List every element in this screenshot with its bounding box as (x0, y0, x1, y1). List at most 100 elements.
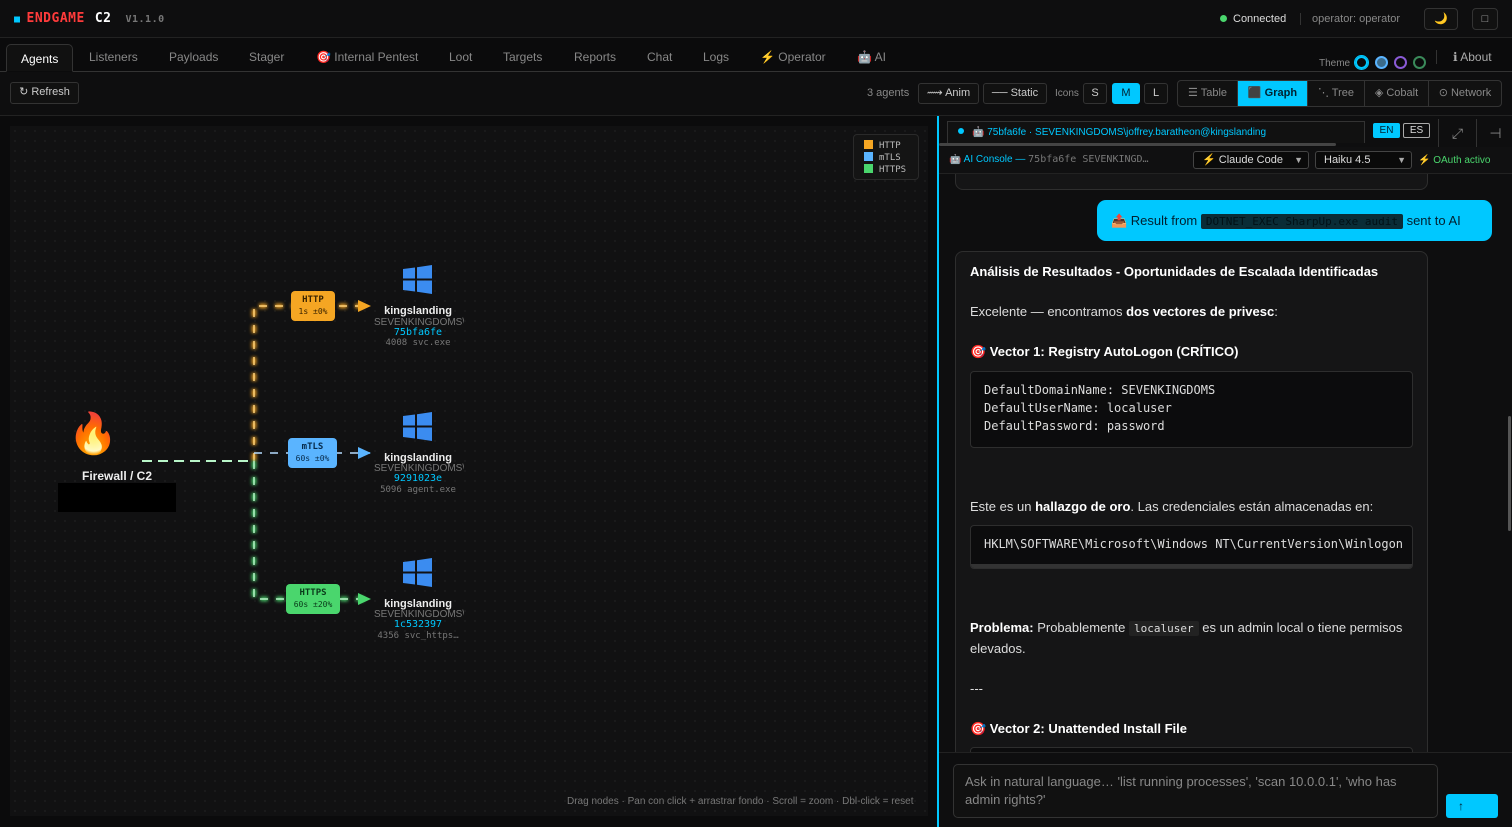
view-cobalt-button[interactable]: ◈ Cobalt (1365, 81, 1429, 106)
main-tabs: Agents Listeners Payloads Stager 🎯 Inter… (0, 38, 1512, 72)
tab-internal-pentest[interactable]: 🎯 Internal Pentest (316, 50, 418, 64)
top-bar: ■ ENDGAME C2 V1.1.0 Connected operator: ope… (0, 0, 1512, 38)
theme-label: Theme (1319, 58, 1351, 69)
view-graph-button[interactable]: ⬛ Graph (1238, 81, 1308, 106)
tab-ai[interactable]: 🤖 AI (857, 50, 886, 64)
tab-operator[interactable]: ⚡ Operator (760, 50, 826, 64)
gold-text: Este es un hallazgo de oro. Las credenci… (970, 499, 1374, 514)
expand-icon[interactable]: ⤢ (1438, 119, 1476, 147)
previous-ai-message (955, 174, 1428, 190)
tab-stager[interactable]: Stager (249, 50, 284, 64)
tab-targets[interactable]: Targets (503, 50, 542, 64)
windows-icon (403, 265, 432, 294)
chat-messages[interactable]: 📤 Result from DOTNET_EXEC SharpUp.exe au… (939, 174, 1512, 752)
theme-toggle-button[interactable]: 🌙 (1424, 8, 1458, 30)
anim-button[interactable]: ⟿ Anim (918, 83, 979, 104)
ai-message: Análisis de Resultados - Oportunidades d… (955, 251, 1428, 752)
theme-swatch-purple[interactable] (1394, 56, 1407, 69)
chevron-down-icon: ▼ (1397, 155, 1406, 165)
theme-swatch-green[interactable] (1413, 56, 1426, 69)
mtls-badge[interactable]: mTLS 60s ±0% (288, 438, 337, 468)
user-message: 📤 Result from DOTNET_EXEC SharpUp.exe au… (1097, 200, 1492, 241)
view-network-button[interactable]: ⊙ Network (1429, 81, 1501, 106)
chat-input-area: ↑ (939, 752, 1512, 827)
agent-process: 4356 svc_https… (377, 631, 459, 641)
agent-graph-canvas[interactable]: HTTP mTLS HTTPS 🔥 Firewall / C2 HTTP 1s ±… (10, 126, 928, 816)
tab-loot[interactable]: Loot (449, 50, 472, 64)
connection-status: Connected (1220, 13, 1286, 25)
firewall-icon[interactable]: 🔥 (68, 412, 118, 456)
ai-console-title: 🤖 AI Console — 75bfa6fe SEVENKINGD… (949, 154, 1149, 165)
view-switcher: ☰ Table ⬛ Graph ⋱ Tree ◈ Cobalt ⊙ Networ… (1177, 80, 1502, 107)
window-button[interactable]: □ (1472, 8, 1498, 30)
view-tree-button[interactable]: ⋱ Tree (1308, 81, 1365, 106)
windows-icon (403, 412, 432, 441)
firewall-label: Firewall / C2 (81, 469, 153, 483)
chevron-down-icon: ▼ (1294, 155, 1303, 165)
legend-http: HTTP (864, 140, 908, 152)
vector-1-heading: 🎯 Vector 1: Registry AutoLogon (CRÍTICO) (970, 344, 1239, 359)
code-scrollbar[interactable] (971, 564, 1412, 568)
legend-mtls: mTLS (864, 152, 908, 164)
tab-chat[interactable]: Chat (647, 50, 672, 64)
chat-input[interactable] (953, 764, 1438, 818)
operator-label: operator: operator (1300, 13, 1400, 25)
https-badge[interactable]: HTTPS 60s ±20% (286, 584, 340, 614)
agent-process: 5096 agent.exe (380, 485, 456, 495)
vector-2-heading: 🎯 Vector 2: Unattended Install File (970, 721, 1188, 736)
lang-es-button[interactable]: ES (1403, 123, 1430, 138)
icon-size-m-button[interactable]: M (1112, 83, 1140, 104)
agents-toolbar: ↻ Refresh 3 agents ⟿ Anim ── Static Icon… (0, 72, 1512, 116)
agent-session-tab[interactable]: 🤖 75bfa6fe · SEVENKINGDOMS\joffrey.barat… (947, 121, 1365, 143)
status-dot-icon (1220, 15, 1227, 22)
separator-text: --- (970, 681, 983, 696)
app-logo: ■ ENDGAME C2 V1.1.0 (14, 11, 165, 26)
windows-icon (403, 558, 432, 587)
collapse-panel-icon[interactable]: ⊣ (1476, 119, 1512, 147)
icons-label: Icons (1055, 88, 1079, 99)
https-link-core (253, 461, 370, 600)
https-link (251, 461, 370, 602)
tab-payloads[interactable]: Payloads (169, 50, 218, 64)
agent-host-name[interactable]: kingslanding (368, 305, 468, 317)
agent-id: 75bfa6fe (393, 327, 443, 338)
agent-count: 3 agents (867, 87, 910, 99)
app-name: ENDGAME (26, 11, 85, 26)
oauth-status: ⚡ OAuth activo (1418, 155, 1491, 166)
firewall-node-panel (58, 483, 176, 512)
agent-id: 9291023e (393, 473, 443, 484)
theme-swatch-blue[interactable] (1375, 56, 1388, 69)
intro-text: Excelente — encontramos dos vectores de … (970, 304, 1278, 319)
ai-console-header: 🤖 AI Console — 75bfa6fe SEVENKINGD… ⚡ Cl… (939, 147, 1512, 174)
lang-en-button[interactable]: EN (1373, 123, 1400, 138)
session-dot-icon (958, 128, 964, 134)
code-block-winlogon: HKLM\SOFTWARE\Microsoft\Windows NT\Curre… (970, 525, 1413, 569)
icon-size-l-button[interactable]: L (1144, 83, 1168, 104)
chat-scrollbar[interactable] (1508, 416, 1511, 531)
problem-text: Problema: Probablemente localuser es un … (970, 620, 1403, 656)
app-version: V1.1.0 (125, 14, 165, 25)
graph-hint: Drag nodes · Pan con click + arrastrar f… (567, 796, 914, 807)
protocol-legend: HTTP mTLS HTTPS (853, 134, 919, 180)
http-badge[interactable]: HTTP 1s ±0% (291, 291, 335, 321)
static-button[interactable]: ── Static (983, 83, 1047, 104)
send-button[interactable]: ↑ (1446, 794, 1498, 818)
engine-select[interactable]: ⚡ Claude Code ▼ (1193, 151, 1309, 169)
about-link[interactable]: ℹ About (1436, 50, 1492, 64)
legend-https: HTTPS (864, 164, 908, 176)
agent-process: 4008 svc.exe (385, 338, 451, 348)
tab-agents[interactable]: Agents (6, 44, 74, 72)
tab-logs[interactable]: Logs (703, 50, 729, 64)
agent-id: 1c532397 (393, 619, 443, 630)
model-select[interactable]: Haiku 4.5 ▼ (1315, 151, 1412, 169)
view-table-button[interactable]: ☰ Table (1178, 81, 1238, 106)
theme-swatch-cyan[interactable] (1355, 56, 1368, 69)
inline-code: DOTNET_EXEC SharpUp.exe audit (1200, 214, 1403, 229)
tab-scrollbar[interactable] (939, 143, 1336, 146)
tab-reports[interactable]: Reports (574, 50, 616, 64)
refresh-button[interactable]: ↻ Refresh (10, 82, 79, 104)
ai-console-panel: 🤖 75bfa6fe · SEVENKINGDOMS\joffrey.barat… (939, 116, 1512, 827)
analysis-heading: Análisis de Resultados - Oportunidades d… (970, 264, 1379, 279)
tab-listeners[interactable]: Listeners (89, 50, 138, 64)
icon-size-s-button[interactable]: S (1083, 83, 1107, 104)
